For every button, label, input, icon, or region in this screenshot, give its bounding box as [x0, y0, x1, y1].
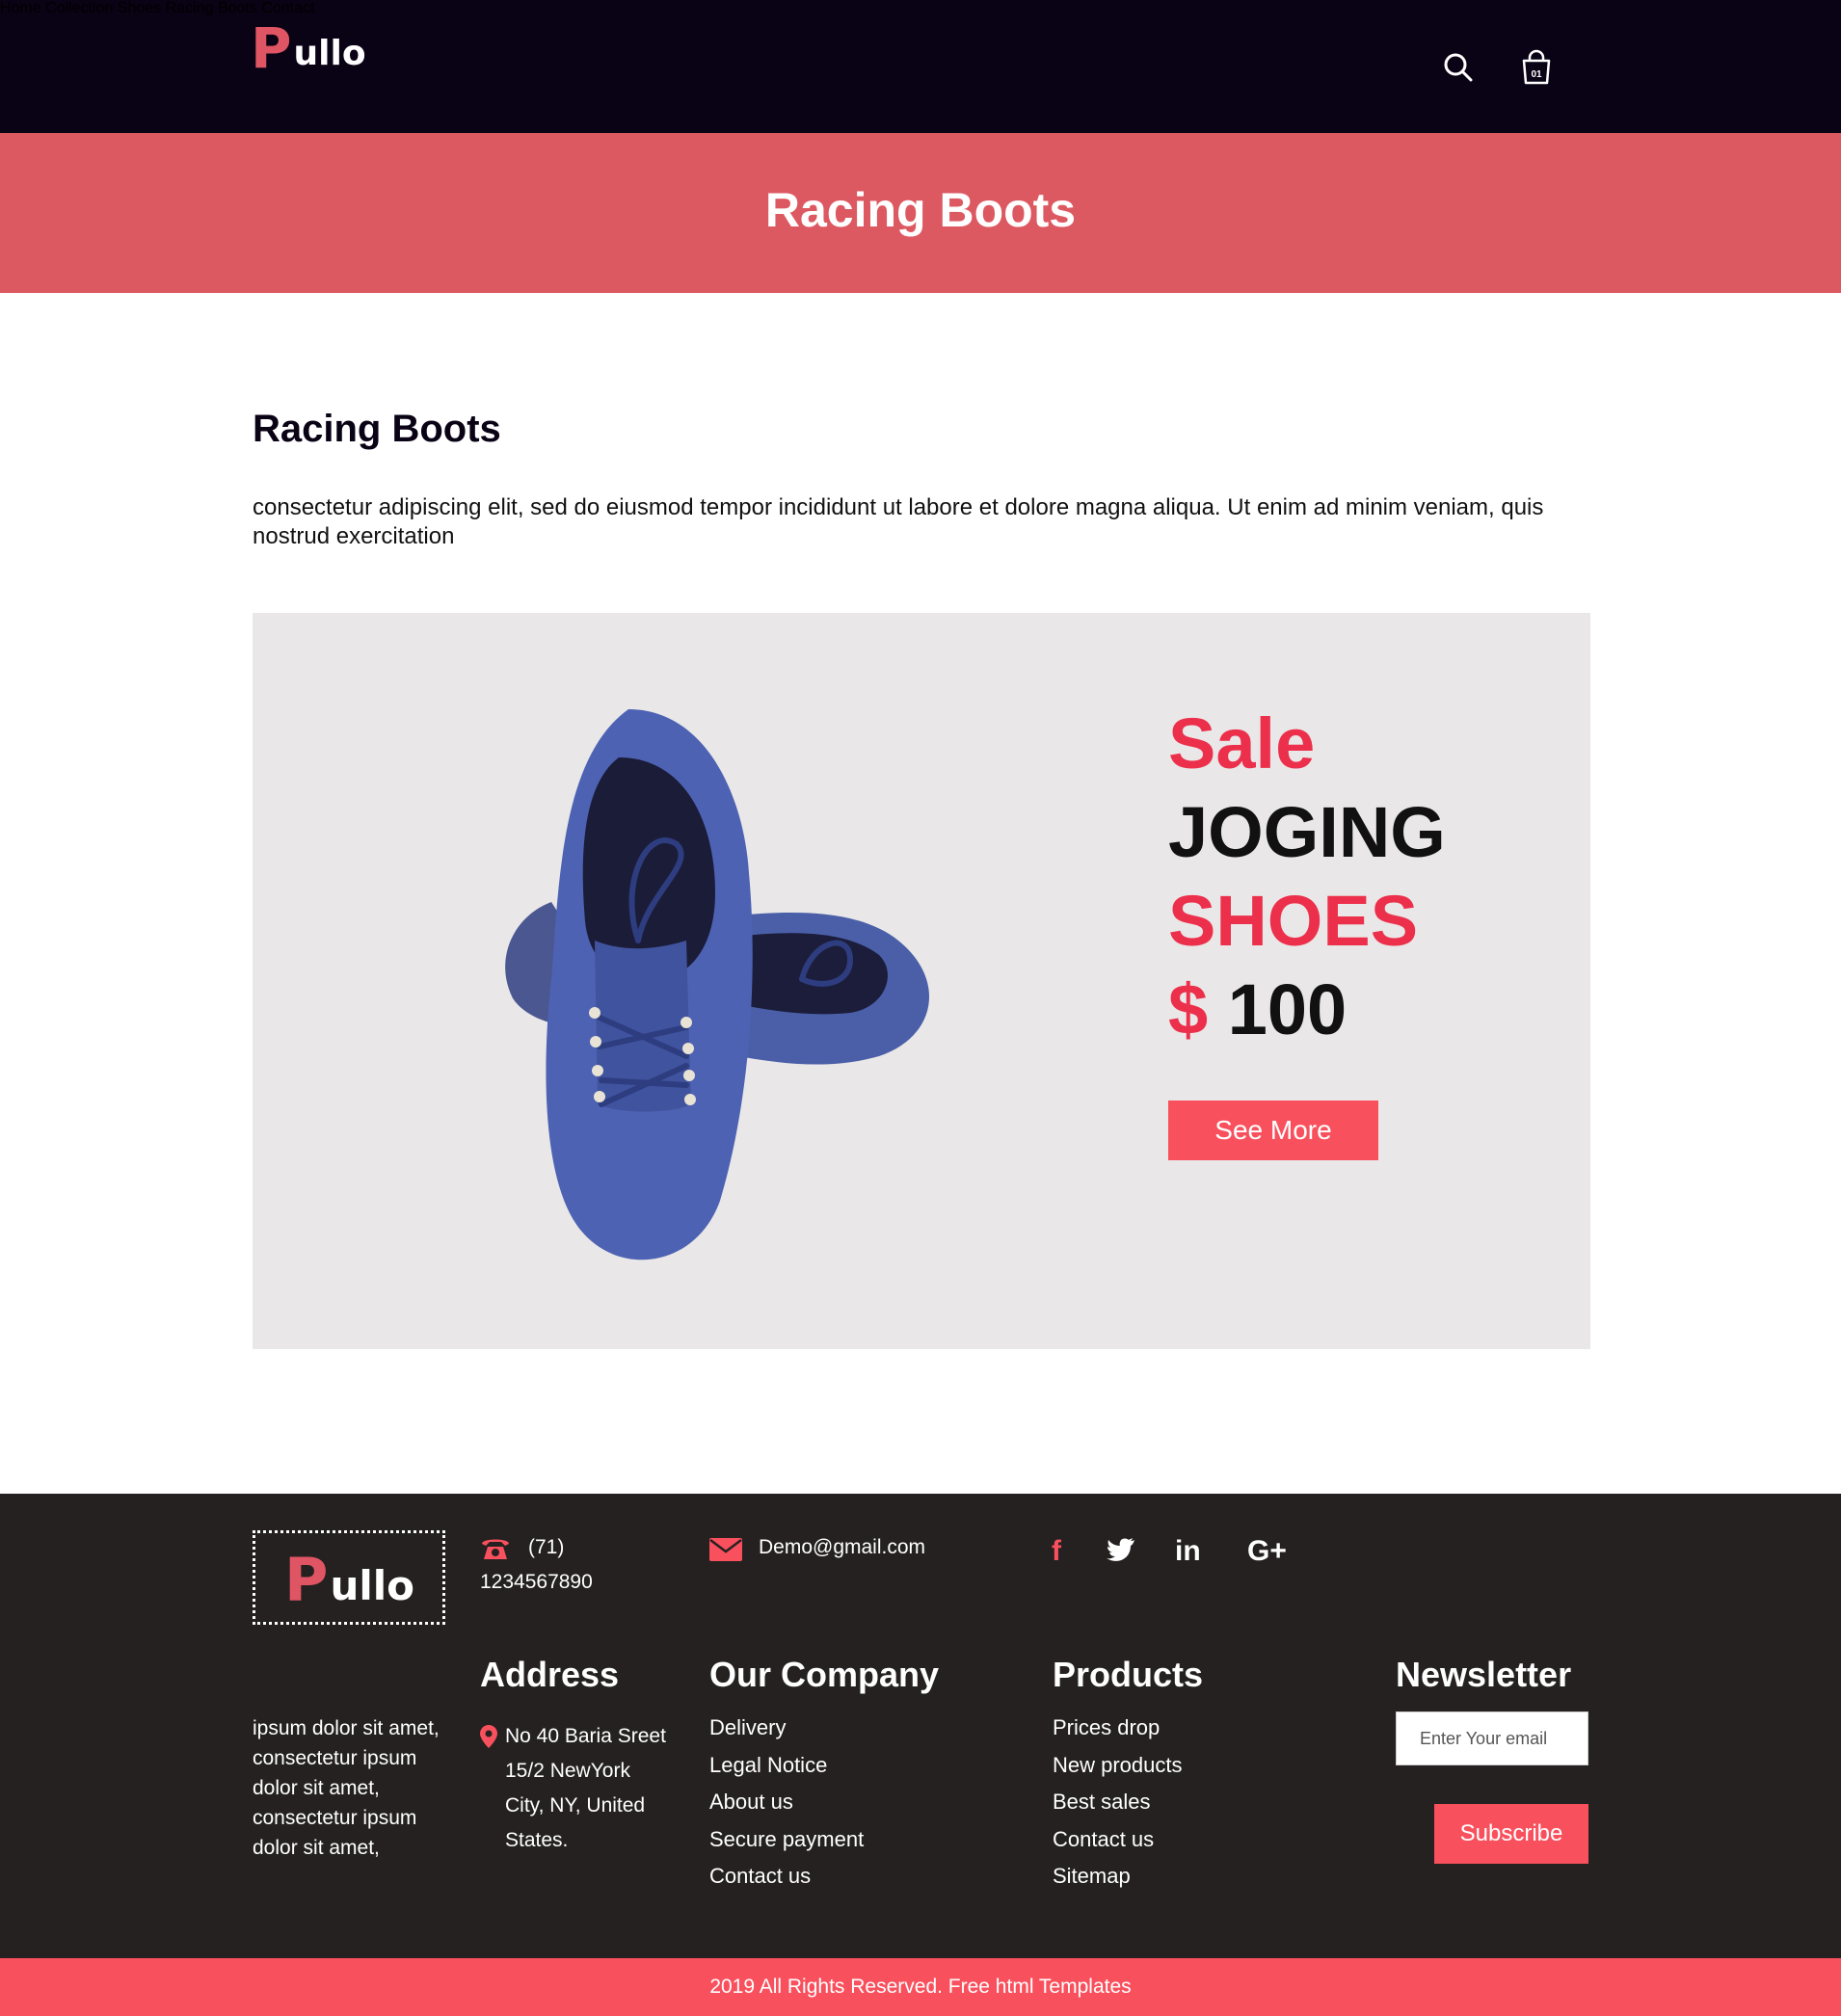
- page-banner: Racing Boots: [0, 133, 1841, 293]
- twitter-icon[interactable]: [1107, 1532, 1135, 1575]
- promo-sale: Sale: [1168, 703, 1316, 783]
- products-heading: Products: [1053, 1655, 1204, 1694]
- footer-link-secure-payment[interactable]: Secure payment: [709, 1821, 864, 1859]
- phone-code: (71): [528, 1536, 565, 1558]
- promo-text: Sale JOGING SHOES $ 100: [1168, 700, 1446, 1054]
- site-header: P ullo Home Collection Shoes Racing Boot…: [0, 0, 1841, 133]
- footer-link-new-products[interactable]: New products: [1053, 1747, 1183, 1785]
- footer-logo-text: ullo: [330, 1562, 415, 1609]
- shopping-bag-icon[interactable]: 01: [1519, 48, 1554, 87]
- page: P ullo Home Collection Shoes Racing Boot…: [0, 0, 1841, 2016]
- promo-line-2: SHOES: [1168, 881, 1419, 961]
- newsletter-email-input[interactable]: [1396, 1711, 1588, 1765]
- footer-link-sitemap[interactable]: Sitemap: [1053, 1858, 1183, 1896]
- company-heading: Our Company: [709, 1655, 940, 1694]
- logo-initial: P: [251, 15, 292, 81]
- phone-icon: [480, 1534, 511, 1561]
- site-logo[interactable]: P ullo: [251, 15, 366, 81]
- facebook-icon[interactable]: f: [1052, 1530, 1061, 1573]
- footer-link-delivery[interactable]: Delivery: [709, 1710, 864, 1747]
- shoe-image: [505, 709, 930, 1260]
- see-more-button[interactable]: See More: [1168, 1101, 1378, 1160]
- products-links: Prices drop New products Best sales Cont…: [1053, 1710, 1183, 1896]
- logo-text: ullo: [293, 34, 366, 73]
- address-line: No 40 Baria Sreet: [505, 1725, 666, 1747]
- nav-contact[interactable]: Contact: [261, 0, 314, 16]
- promo-price-value: 100: [1227, 969, 1347, 1049]
- footer-link-prices-drop[interactable]: Prices drop: [1053, 1710, 1183, 1747]
- address-line: 15/2 NewYork: [505, 1760, 630, 1782]
- nav-collection[interactable]: Collection: [45, 0, 113, 16]
- location-pin-icon: [480, 1725, 497, 1748]
- section-description: consectetur adipiscing elit, sed do eius…: [253, 494, 1544, 549]
- footer-logo-initial: P: [284, 1545, 329, 1615]
- email-link[interactable]: Demo@gmail.com: [759, 1530, 925, 1565]
- company-links: Delivery Legal Notice About us Secure pa…: [709, 1710, 864, 1896]
- linkedin-icon[interactable]: in: [1175, 1530, 1201, 1573]
- address-line: States.: [505, 1829, 569, 1851]
- footer-link-contact-us[interactable]: Contact us: [1053, 1821, 1183, 1859]
- footer-link-contact-us[interactable]: Contact us: [709, 1858, 864, 1896]
- footer-logo[interactable]: P ullo: [253, 1530, 445, 1625]
- footer-address: No 40 Baria Sreet 15/2 NewYork City, NY,…: [505, 1719, 688, 1858]
- footer-link-best-sales[interactable]: Best sales: [1053, 1784, 1183, 1821]
- newsletter-heading: Newsletter: [1396, 1655, 1572, 1694]
- promo-currency: $: [1168, 969, 1209, 1049]
- promo-price: $ 100: [1168, 966, 1446, 1054]
- google-plus-icon[interactable]: G+: [1247, 1530, 1287, 1573]
- cart-count: 01: [1531, 69, 1542, 80]
- address-heading: Address: [480, 1655, 620, 1694]
- footer-link-about-us[interactable]: About us: [709, 1784, 864, 1821]
- banner-title: Racing Boots: [764, 183, 1077, 237]
- copyright-text: 2019 All Rights Reserved. Free html Temp…: [709, 1976, 1132, 1998]
- promo-line-1: JOGING: [1168, 792, 1446, 872]
- address-line: City, NY, United: [505, 1794, 646, 1817]
- subscribe-button[interactable]: Subscribe: [1434, 1804, 1588, 1864]
- search-icon[interactable]: [1441, 50, 1476, 85]
- phone-number[interactable]: 1234567890: [480, 1565, 593, 1600]
- nav-racing-boots[interactable]: Racing Boots: [166, 0, 257, 16]
- nav-shoes[interactable]: Shoes: [118, 0, 161, 16]
- section-title: Racing Boots: [253, 408, 501, 450]
- site-footer: P ullo (71) 1234567890 Demo@gmail.com f: [0, 1494, 1841, 1958]
- promo-card: Sale JOGING SHOES $ 100 See More: [253, 613, 1590, 1349]
- footer-link-legal-notice[interactable]: Legal Notice: [709, 1747, 864, 1785]
- mail-icon: [709, 1538, 742, 1561]
- nav-home[interactable]: Home: [0, 0, 41, 16]
- copyright-bar: 2019 All Rights Reserved. Free html Temp…: [0, 1958, 1841, 2016]
- footer-about-text: ipsum dolor sit amet, consectetur ipsum …: [253, 1717, 440, 1859]
